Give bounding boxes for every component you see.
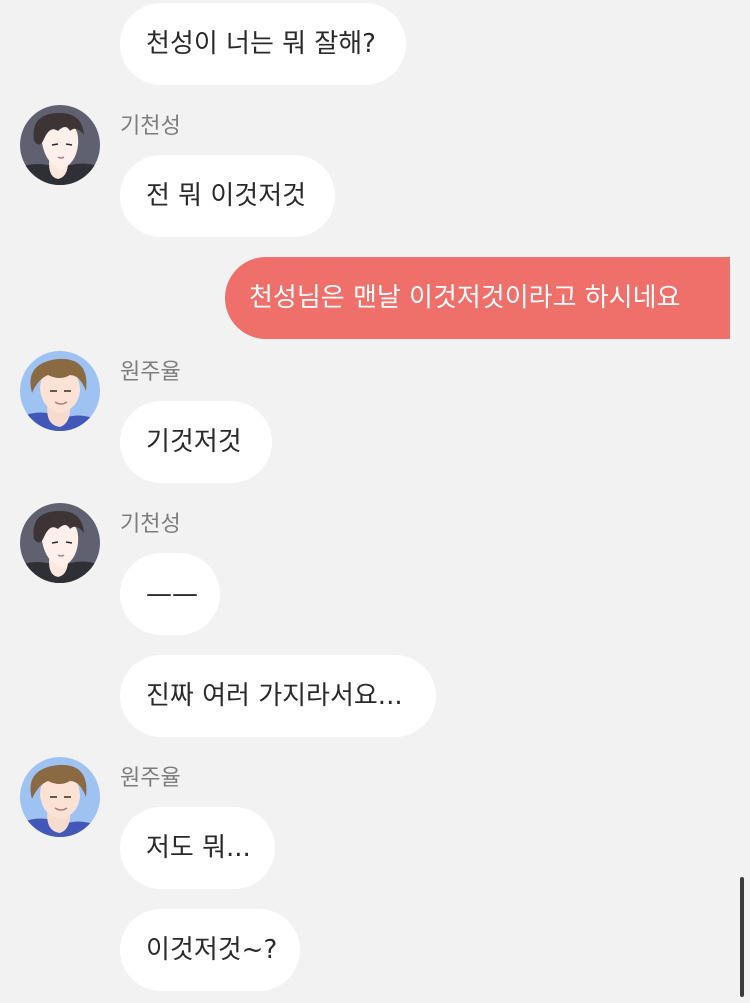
sender-name: 원주율	[120, 766, 181, 791]
won-juyul-avatar-icon[interactable]	[20, 351, 100, 431]
scrollbar[interactable]	[740, 877, 744, 997]
chat-thread[interactable]: 천성이 너는 뭐 잘해? 기천성 전 뭐 이것저것 천성님은 맨날 이것저것이라…	[0, 0, 750, 1003]
message-bubble[interactable]: 이것저것~?	[120, 909, 300, 991]
message-bubble[interactable]: 진짜 여러 가지라서요...	[120, 655, 436, 737]
ki-cheonseong-avatar-icon[interactable]	[20, 105, 100, 185]
sender-name: 원주율	[120, 360, 181, 385]
ki-cheonseong-avatar-icon[interactable]	[20, 503, 100, 583]
sender-name: 기천성	[120, 114, 181, 139]
won-juyul-avatar-icon[interactable]	[20, 757, 100, 837]
message-bubble[interactable]: 전 뭐 이것저것	[120, 155, 335, 237]
message-bubble[interactable]: 천성이 너는 뭐 잘해?	[120, 3, 406, 85]
sender-name: 기천성	[120, 512, 181, 537]
message-bubble[interactable]: 저도 뭐...	[120, 807, 275, 889]
message-bubble[interactable]: ——	[120, 553, 220, 635]
message-bubble[interactable]: 기것저것	[120, 401, 272, 483]
my-message-bubble[interactable]: 천성님은 맨날 이것저것이라고 하시네요	[225, 257, 730, 339]
